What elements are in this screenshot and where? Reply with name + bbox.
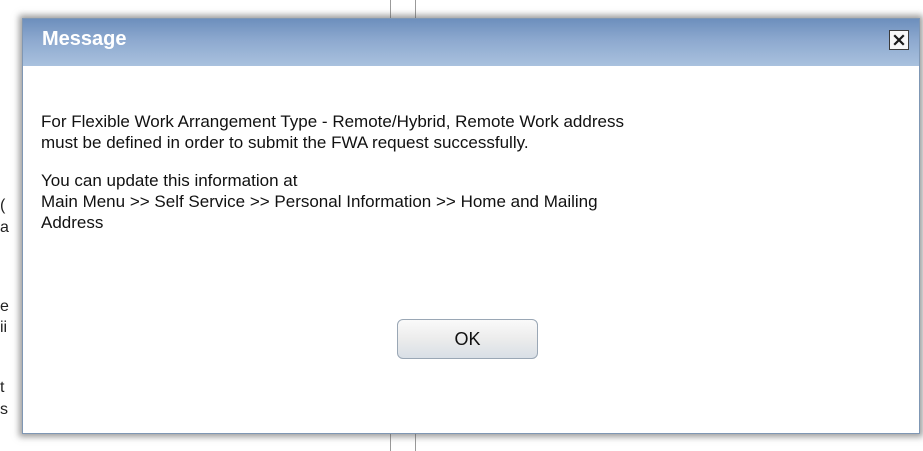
background-text-fragment: s xyxy=(0,401,8,418)
background-text-fragment: ( xyxy=(0,197,6,214)
message-dialog: Message For Flexible Work Arrangement Ty… xyxy=(22,18,920,434)
navigation-path-line: Main Menu >> Self Service >> Personal In… xyxy=(41,192,598,211)
background-text-fragment: t xyxy=(0,379,5,396)
message-line: You can update this information at xyxy=(41,171,298,190)
navigation-path-line: Address xyxy=(41,213,104,232)
background-text-fragment: a xyxy=(0,219,9,236)
message-line: For Flexible Work Arrangement Type - Rem… xyxy=(41,112,624,131)
message-line: must be defined in order to submit the F… xyxy=(41,133,529,152)
message-paragraph: For Flexible Work Arrangement Type - Rem… xyxy=(41,111,889,153)
close-button[interactable] xyxy=(889,30,909,50)
ok-button[interactable]: OK xyxy=(397,319,538,359)
dialog-message: For Flexible Work Arrangement Type - Rem… xyxy=(41,111,889,250)
dialog-title: Message xyxy=(42,28,127,50)
background-text-fragment: ii xyxy=(0,319,8,336)
background-text-fragment: e xyxy=(0,298,9,315)
message-paragraph: You can update this information at Main … xyxy=(41,170,889,233)
close-icon xyxy=(893,34,905,46)
dialog-titlebar[interactable]: Message xyxy=(23,19,919,66)
